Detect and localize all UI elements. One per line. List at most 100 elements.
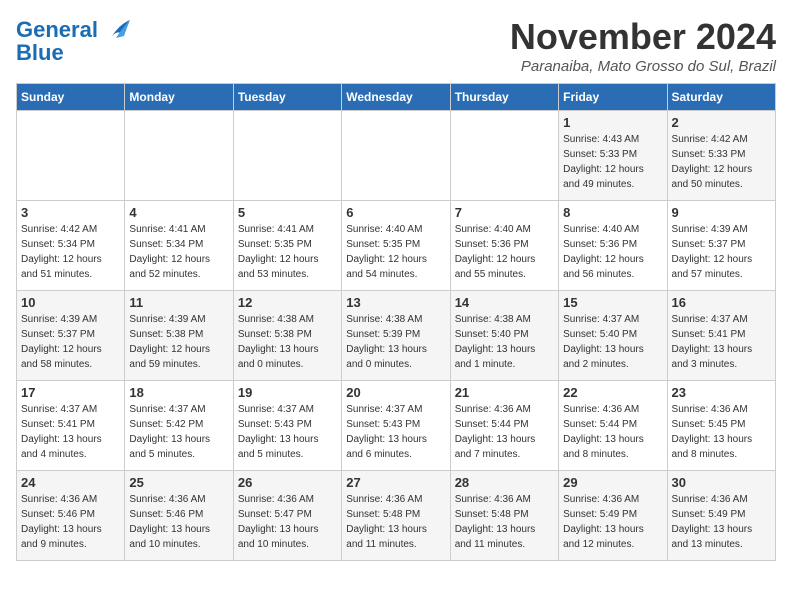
calendar-cell bbox=[17, 111, 125, 201]
calendar-cell: 19Sunrise: 4:37 AM Sunset: 5:43 PM Dayli… bbox=[233, 381, 341, 471]
logo-bird-icon bbox=[102, 16, 132, 44]
day-info: Sunrise: 4:36 AM Sunset: 5:49 PM Dayligh… bbox=[672, 492, 771, 552]
day-number: 19 bbox=[238, 385, 337, 400]
calendar-body: 1 Sunrise: 4:43 AM Sunset: 5:33 PM Daylig… bbox=[17, 111, 776, 561]
day-info: Sunrise: 4:36 AM Sunset: 5:48 PM Dayligh… bbox=[346, 492, 445, 552]
calendar-cell: 4 Sunrise: 4:41 AM Sunset: 5:34 PM Daylig… bbox=[125, 201, 233, 291]
day-info: Sunrise: 4:42 AM Sunset: 5:33 PM Dayligh… bbox=[672, 132, 771, 192]
calendar-cell: 8 Sunrise: 4:40 AM Sunset: 5:36 PM Daylig… bbox=[559, 201, 667, 291]
weekday-header-friday: Friday bbox=[559, 84, 667, 111]
day-info: Sunrise: 4:38 AM Sunset: 5:39 PM Dayligh… bbox=[346, 312, 445, 372]
calendar-week-2: 3 Sunrise: 4:42 AM Sunset: 5:34 PM Daylig… bbox=[17, 201, 776, 291]
calendar-cell: 18 Sunrise: 4:37 AM Sunset: 5:42 PM Dayli… bbox=[125, 381, 233, 471]
day-number: 8 bbox=[563, 205, 662, 220]
calendar-cell: 30 Sunrise: 4:36 AM Sunset: 5:49 PM Dayli… bbox=[667, 471, 775, 561]
logo-blue: Blue bbox=[16, 40, 64, 66]
day-number: 16 bbox=[672, 295, 771, 310]
calendar-week-3: 10 Sunrise: 4:39 AM Sunset: 5:37 PM Dayli… bbox=[17, 291, 776, 381]
calendar-cell: 15 Sunrise: 4:37 AM Sunset: 5:40 PM Dayli… bbox=[559, 291, 667, 381]
calendar-cell: 2 Sunrise: 4:42 AM Sunset: 5:33 PM Daylig… bbox=[667, 111, 775, 201]
day-number: 3 bbox=[21, 205, 120, 220]
calendar-cell: 13 Sunrise: 4:38 AM Sunset: 5:39 PM Dayli… bbox=[342, 291, 450, 381]
day-number: 28 bbox=[455, 475, 554, 490]
day-number: 25 bbox=[129, 475, 228, 490]
calendar-cell: 17Sunrise: 4:37 AM Sunset: 5:41 PM Dayli… bbox=[17, 381, 125, 471]
day-number: 4 bbox=[129, 205, 228, 220]
calendar-cell: 1 Sunrise: 4:43 AM Sunset: 5:33 PM Daylig… bbox=[559, 111, 667, 201]
calendar-cell: 9 Sunrise: 4:39 AM Sunset: 5:37 PM Daylig… bbox=[667, 201, 775, 291]
calendar-cell: 29 Sunrise: 4:36 AM Sunset: 5:49 PM Dayli… bbox=[559, 471, 667, 561]
weekday-header-wednesday: Wednesday bbox=[342, 84, 450, 111]
calendar-cell: 10 Sunrise: 4:39 AM Sunset: 5:37 PM Dayli… bbox=[17, 291, 125, 381]
calendar-cell: 5Sunrise: 4:41 AM Sunset: 5:35 PM Daylig… bbox=[233, 201, 341, 291]
day-number: 2 bbox=[672, 115, 771, 130]
day-number: 11 bbox=[129, 295, 228, 310]
day-number: 10 bbox=[21, 295, 120, 310]
calendar-table: SundayMondayTuesdayWednesdayThursdayFrid… bbox=[16, 83, 776, 561]
day-number: 27 bbox=[346, 475, 445, 490]
calendar-cell: 24 Sunrise: 4:36 AM Sunset: 5:46 PM Dayli… bbox=[17, 471, 125, 561]
day-number: 6 bbox=[346, 205, 445, 220]
day-info: Sunrise: 4:39 AM Sunset: 5:37 PM Dayligh… bbox=[21, 312, 120, 372]
location: Paranaiba, Mato Grosso do Sul, Brazil bbox=[510, 58, 776, 75]
calendar-cell: 3 Sunrise: 4:42 AM Sunset: 5:34 PM Daylig… bbox=[17, 201, 125, 291]
day-info: Sunrise: 4:36 AM Sunset: 5:44 PM Dayligh… bbox=[563, 402, 662, 462]
day-info: Sunrise: 4:37 AM Sunset: 5:41 PM Dayligh… bbox=[672, 312, 771, 372]
day-info: Sunrise: 4:40 AM Sunset: 5:36 PM Dayligh… bbox=[563, 222, 662, 282]
day-number: 20 bbox=[346, 385, 445, 400]
calendar-week-1: 1 Sunrise: 4:43 AM Sunset: 5:33 PM Daylig… bbox=[17, 111, 776, 201]
day-number: 13 bbox=[346, 295, 445, 310]
day-info: Sunrise: 4:41 AM Sunset: 5:34 PM Dayligh… bbox=[129, 222, 228, 282]
day-info: Sunrise: 4:43 AM Sunset: 5:33 PM Dayligh… bbox=[563, 132, 662, 192]
day-info: Sunrise: 4:37 AM Sunset: 5:42 PM Dayligh… bbox=[129, 402, 228, 462]
calendar-header-row: SundayMondayTuesdayWednesdayThursdayFrid… bbox=[17, 84, 776, 111]
calendar-cell bbox=[233, 111, 341, 201]
weekday-header-monday: Monday bbox=[125, 84, 233, 111]
day-info: Sunrise: 4:36 AM Sunset: 5:45 PM Dayligh… bbox=[672, 402, 771, 462]
day-info: Sunrise: 4:36 AM Sunset: 5:49 PM Dayligh… bbox=[563, 492, 662, 552]
day-number: 23 bbox=[672, 385, 771, 400]
day-number: 14 bbox=[455, 295, 554, 310]
calendar-cell: 20 Sunrise: 4:37 AM Sunset: 5:43 PM Dayli… bbox=[342, 381, 450, 471]
calendar-cell: 27 Sunrise: 4:36 AM Sunset: 5:48 PM Dayli… bbox=[342, 471, 450, 561]
calendar-cell bbox=[342, 111, 450, 201]
day-number: 21 bbox=[455, 385, 554, 400]
calendar-cell: 16 Sunrise: 4:37 AM Sunset: 5:41 PM Dayli… bbox=[667, 291, 775, 381]
calendar-cell: 11Sunrise: 4:39 AM Sunset: 5:38 PM Dayli… bbox=[125, 291, 233, 381]
month-title: November 2024 bbox=[510, 16, 776, 58]
day-info: Sunrise: 4:40 AM Sunset: 5:35 PM Dayligh… bbox=[346, 222, 445, 282]
weekday-header-tuesday: Tuesday bbox=[233, 84, 341, 111]
day-number: 29 bbox=[563, 475, 662, 490]
logo: General Blue bbox=[16, 16, 132, 66]
calendar-cell: 28Sunrise: 4:36 AM Sunset: 5:48 PM Dayli… bbox=[450, 471, 558, 561]
calendar-cell: 21 Sunrise: 4:36 AM Sunset: 5:44 PM Dayli… bbox=[450, 381, 558, 471]
day-info: Sunrise: 4:36 AM Sunset: 5:46 PM Dayligh… bbox=[129, 492, 228, 552]
day-info: Sunrise: 4:38 AM Sunset: 5:40 PM Dayligh… bbox=[455, 312, 554, 372]
calendar-cell: 12Sunrise: 4:38 AM Sunset: 5:38 PM Dayli… bbox=[233, 291, 341, 381]
calendar-week-4: 17Sunrise: 4:37 AM Sunset: 5:41 PM Dayli… bbox=[17, 381, 776, 471]
weekday-header-thursday: Thursday bbox=[450, 84, 558, 111]
day-number: 18 bbox=[129, 385, 228, 400]
day-info: Sunrise: 4:36 AM Sunset: 5:46 PM Dayligh… bbox=[21, 492, 120, 552]
day-info: Sunrise: 4:39 AM Sunset: 5:37 PM Dayligh… bbox=[672, 222, 771, 282]
day-number: 30 bbox=[672, 475, 771, 490]
calendar-cell: 14 Sunrise: 4:38 AM Sunset: 5:40 PM Dayli… bbox=[450, 291, 558, 381]
day-info: Sunrise: 4:42 AM Sunset: 5:34 PM Dayligh… bbox=[21, 222, 120, 282]
day-number: 22 bbox=[563, 385, 662, 400]
day-number: 1 bbox=[563, 115, 662, 130]
day-number: 15 bbox=[563, 295, 662, 310]
day-info: Sunrise: 4:37 AM Sunset: 5:43 PM Dayligh… bbox=[346, 402, 445, 462]
day-info: Sunrise: 4:37 AM Sunset: 5:40 PM Dayligh… bbox=[563, 312, 662, 372]
day-info: Sunrise: 4:36 AM Sunset: 5:44 PM Dayligh… bbox=[455, 402, 554, 462]
weekday-header-saturday: Saturday bbox=[667, 84, 775, 111]
day-number: 17 bbox=[21, 385, 120, 400]
day-number: 24 bbox=[21, 475, 120, 490]
calendar-cell: 7Sunrise: 4:40 AM Sunset: 5:36 PM Daylig… bbox=[450, 201, 558, 291]
calendar-week-5: 24 Sunrise: 4:36 AM Sunset: 5:46 PM Dayli… bbox=[17, 471, 776, 561]
day-info: Sunrise: 4:41 AM Sunset: 5:35 PM Dayligh… bbox=[238, 222, 337, 282]
day-number: 9 bbox=[672, 205, 771, 220]
day-number: 7 bbox=[455, 205, 554, 220]
calendar-cell: 26Sunrise: 4:36 AM Sunset: 5:47 PM Dayli… bbox=[233, 471, 341, 561]
day-info: Sunrise: 4:38 AM Sunset: 5:38 PM Dayligh… bbox=[238, 312, 337, 372]
title-block: November 2024 Paranaiba, Mato Grosso do … bbox=[510, 16, 776, 75]
